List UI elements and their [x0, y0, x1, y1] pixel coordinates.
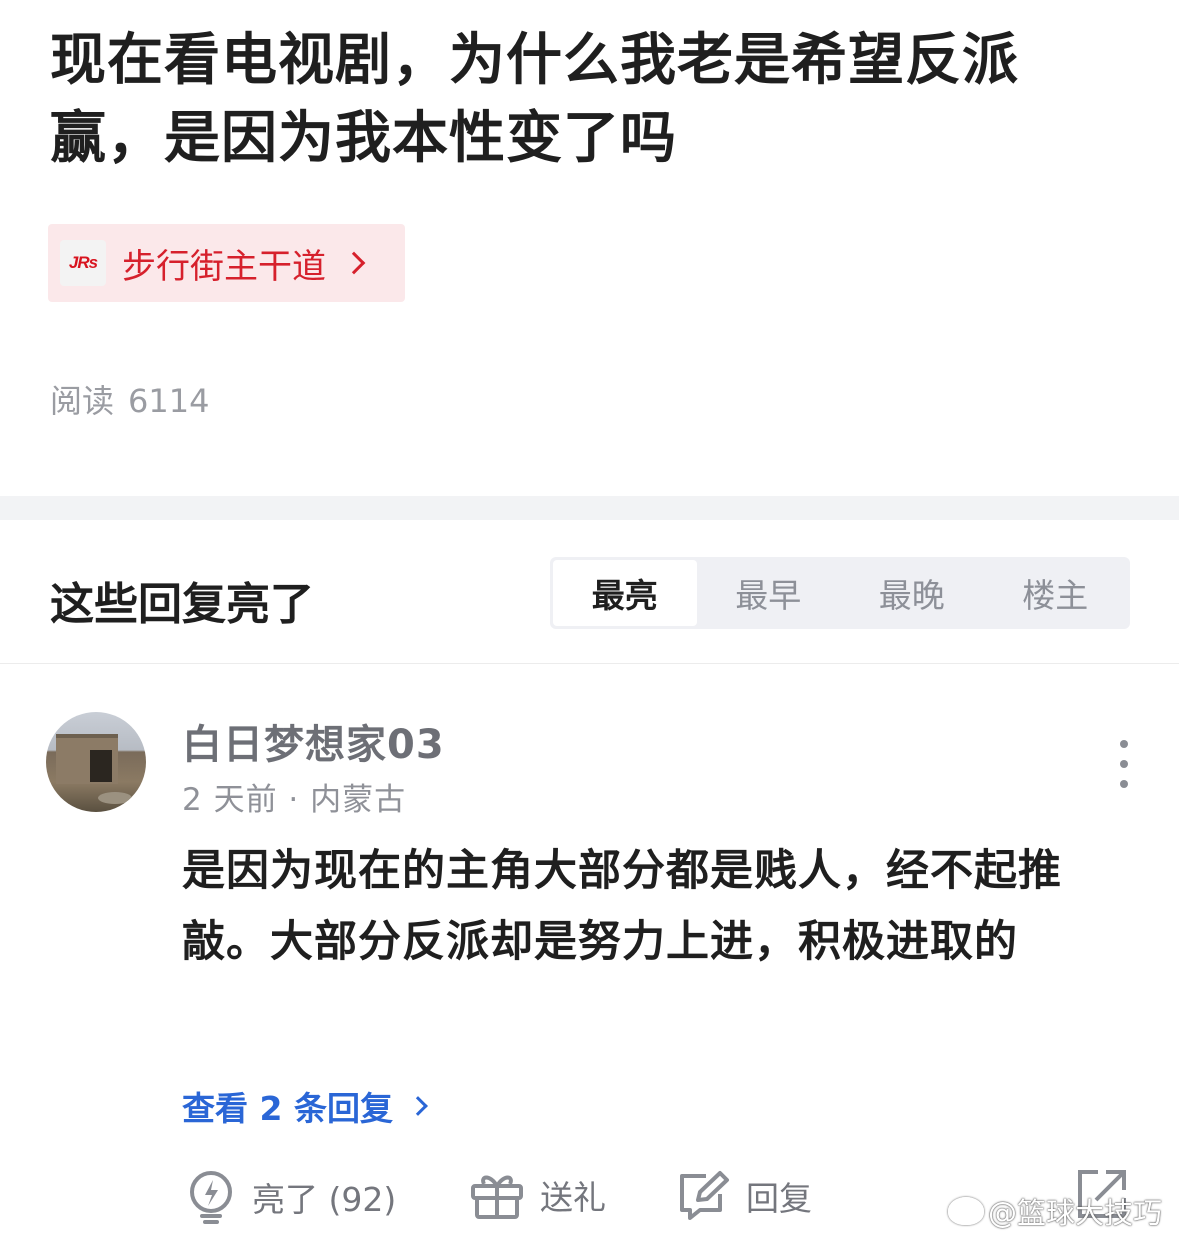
replies-section-title: 这些回复亮了	[50, 579, 314, 630]
watermark: @篮球大技巧	[948, 1190, 1162, 1232]
gift-button[interactable]: 送礼	[470, 1170, 606, 1220]
chevron-right-icon	[342, 251, 366, 275]
comment-item: 白日梦想家03 2 天前 · 内蒙古 是因为现在的主角大部分都是贱人，经不起推敲…	[0, 664, 1179, 1241]
edit-reply-icon	[680, 1171, 729, 1220]
avatar[interactable]	[46, 712, 146, 812]
tab-brightest[interactable]: 最亮	[553, 560, 697, 626]
sort-tabs: 最亮 最早 最晚 楼主	[550, 557, 1130, 629]
more-vertical-icon[interactable]	[1110, 740, 1138, 788]
tab-op[interactable]: 楼主	[984, 560, 1128, 626]
weibo-icon	[948, 1197, 984, 1225]
tab-latest[interactable]: 最晚	[840, 560, 984, 626]
board-logo: JRs	[60, 240, 106, 286]
reply-label: 回复	[746, 1179, 812, 1218]
section-divider	[0, 496, 1179, 520]
chevron-right-icon	[408, 1096, 428, 1116]
watermark-text: @篮球大技巧	[988, 1196, 1163, 1230]
read-count-value: 6114	[128, 382, 210, 420]
post-title: 现在看电视剧，为什么我老是希望反派赢，是因为我本性变了吗	[50, 28, 1019, 171]
comment-meta: 2 天前 · 内蒙古	[182, 782, 407, 818]
like-button[interactable]: 亮了 (92)	[186, 1170, 396, 1224]
comment-body: 是因为现在的主角大部分都是贱人，经不起推敲。大部分反派却是努力上进，积极进取的	[182, 846, 1062, 967]
gift-icon	[471, 1175, 523, 1219]
board-chip[interactable]: JRs 步行街主干道	[48, 224, 405, 302]
reply-button[interactable]: 回复	[676, 1170, 812, 1222]
tab-earliest[interactable]: 最早	[697, 560, 841, 626]
board-name: 步行街主干道	[122, 246, 326, 287]
gift-label: 送礼	[540, 1178, 606, 1217]
user-name[interactable]: 白日梦想家03	[182, 712, 445, 770]
read-count: 阅读 6114	[50, 376, 209, 422]
view-replies-label: 查看 2 条回复	[182, 1089, 393, 1128]
read-label: 阅读	[50, 382, 115, 420]
view-replies-link[interactable]: 查看 2 条回复	[182, 1082, 428, 1130]
like-label: 亮了 (92)	[252, 1180, 397, 1219]
lightbulb-icon	[190, 1171, 232, 1224]
replies-header: 这些回复亮了 最亮 最早 最晚 楼主	[0, 520, 1179, 664]
